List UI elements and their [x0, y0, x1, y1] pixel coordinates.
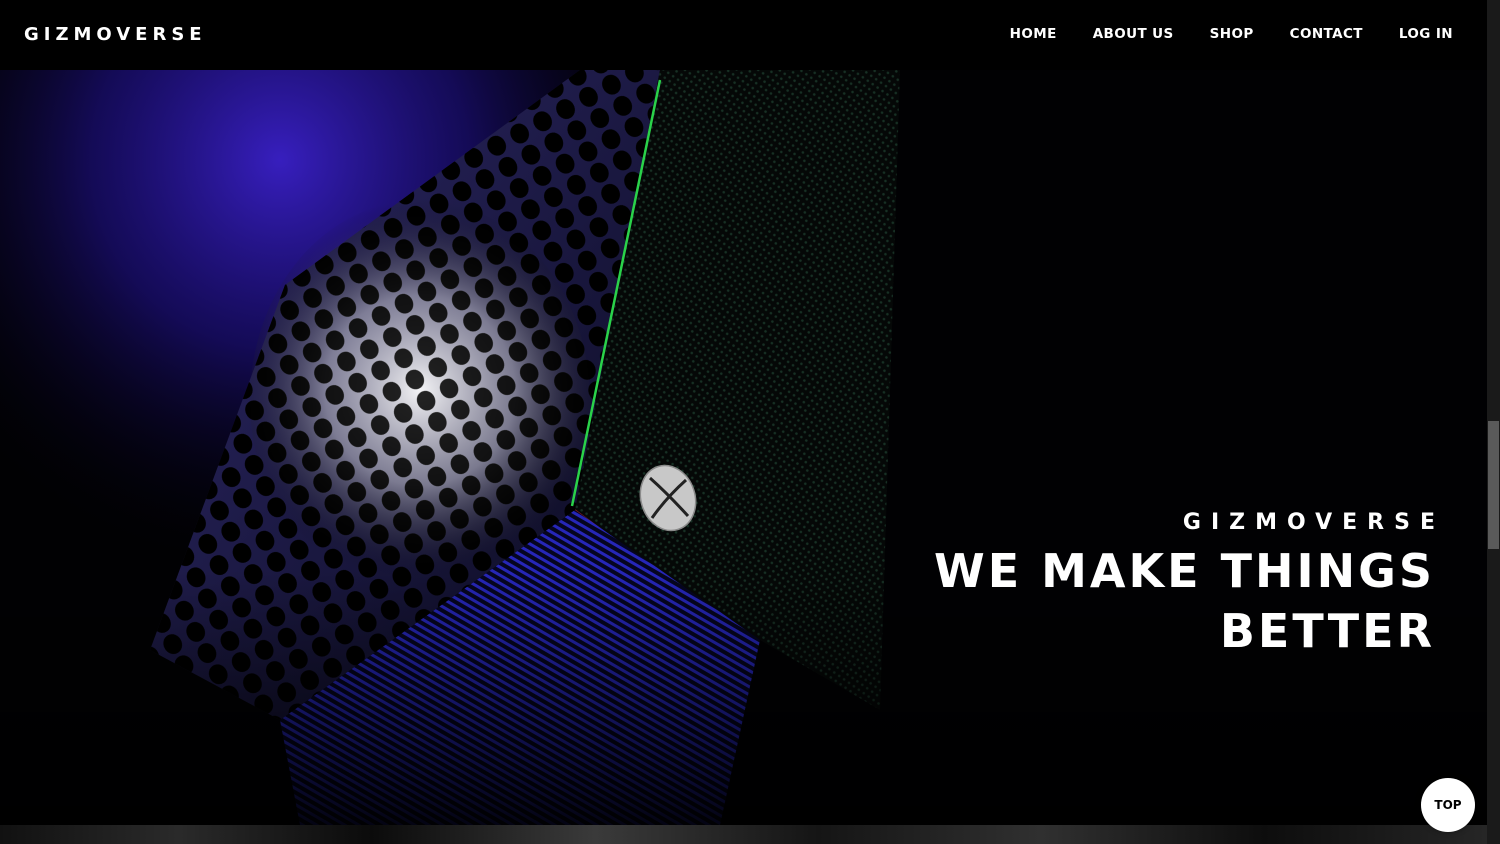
scroll-to-top-button[interactable]: TOP: [1421, 778, 1475, 832]
next-section-preview: [0, 825, 1487, 844]
nav-about-us[interactable]: ABOUT US: [1093, 26, 1174, 42]
header: GIZMOVERSE HOME ABOUT US SHOP CONTACT LO…: [0, 0, 1487, 70]
scrollbar[interactable]: [1487, 0, 1500, 844]
nav-log-in[interactable]: LOG IN: [1399, 26, 1453, 42]
hero-brand: GIZMOVERSE: [1182, 510, 1445, 535]
hero-headline: WE MAKE THINGS BETTER: [933, 544, 1435, 658]
hero-text: GIZMOVERSE WE MAKE THINGS BETTER: [915, 510, 1435, 661]
nav-home[interactable]: HOME: [1010, 26, 1057, 42]
page: GIZMOVERSE HOME ABOUT US SHOP CONTACT LO…: [0, 0, 1500, 844]
site-logo[interactable]: GIZMOVERSE: [24, 24, 207, 45]
hero-section: GIZMOVERSE WE MAKE THINGS BETTER: [0, 70, 1487, 825]
hero-image: [0, 70, 1487, 825]
main-nav: HOME ABOUT US SHOP CONTACT LOG IN: [1010, 26, 1453, 42]
nav-contact[interactable]: CONTACT: [1290, 26, 1363, 42]
scrollbar-thumb[interactable]: [1488, 421, 1499, 549]
nav-shop[interactable]: SHOP: [1210, 26, 1254, 42]
